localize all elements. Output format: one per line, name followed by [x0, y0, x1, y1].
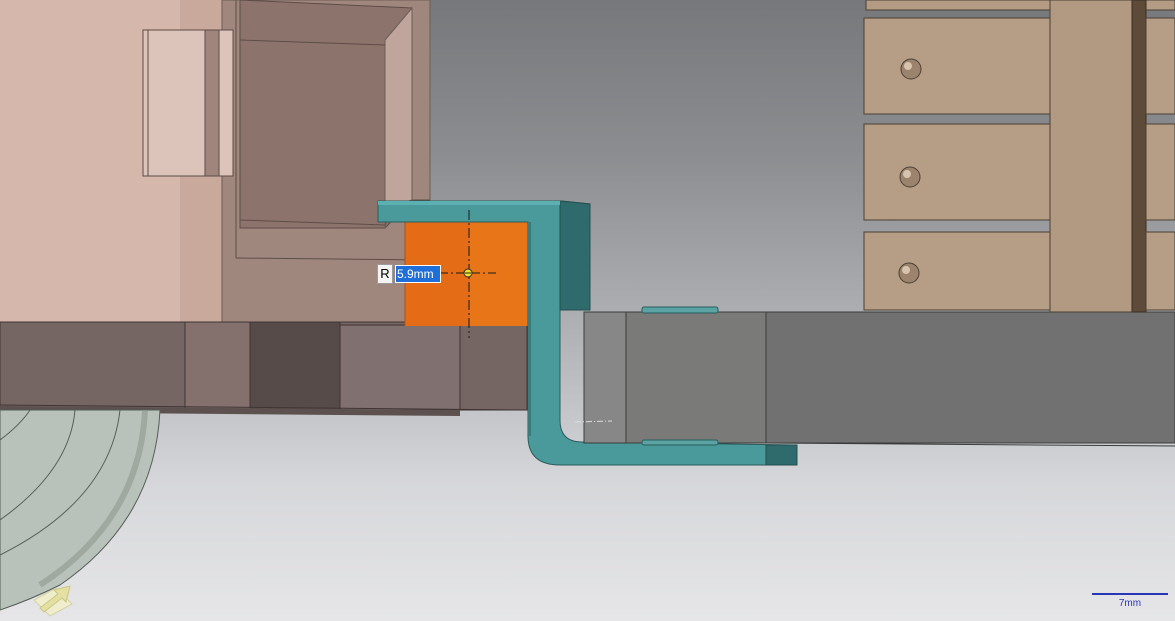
scale-bar: 7mm	[1092, 591, 1168, 611]
cad-graphics-area[interactable]: R 7mm	[0, 0, 1175, 621]
tan-rack[interactable]	[863, 0, 1175, 313]
wheel[interactable]	[0, 409, 161, 611]
center-point-icon	[463, 268, 473, 278]
scale-bar-label: 7mm	[1118, 598, 1142, 609]
grey-arm[interactable]	[574, 306, 1175, 447]
left-base-plate[interactable]	[0, 321, 528, 416]
left-housing[interactable]	[0, 0, 431, 331]
radius-value-input[interactable]	[395, 265, 441, 283]
scale-bar-line	[1092, 593, 1168, 595]
radius-dimension-box[interactable]: R	[377, 264, 441, 284]
view-triad-icon[interactable]	[30, 578, 78, 620]
model-scene[interactable]	[0, 0, 1175, 621]
radius-prefix-label: R	[377, 264, 393, 284]
